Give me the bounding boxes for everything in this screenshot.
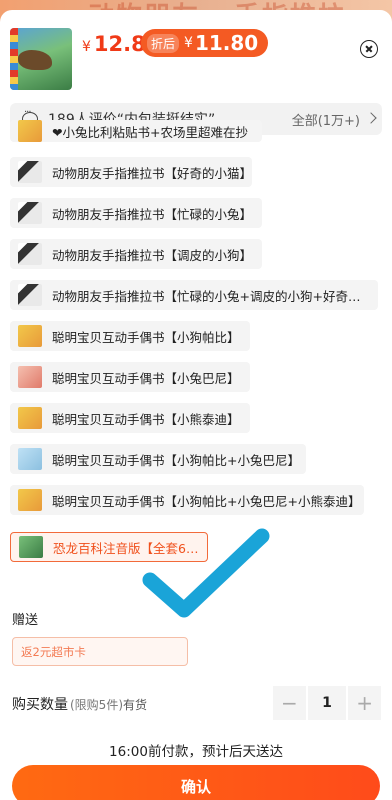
stock-status: 有货: [123, 698, 148, 712]
chevron-right-icon: [365, 112, 377, 124]
discount-currency: ¥: [184, 35, 193, 51]
variant-label: 动物朋友手指推拉书【忙碌的小兔】: [52, 206, 253, 222]
price-value: 12.8: [93, 32, 146, 56]
discount-price-value: 11.80: [194, 31, 259, 55]
quantity-decrease-button[interactable]: −: [273, 686, 306, 720]
quantity-title: 购买数量: [12, 697, 68, 713]
product-thumbnail[interactable]: [10, 28, 72, 90]
variant-thumbnail: [18, 202, 42, 224]
sku-selection-sheet: ¥ 12.8 折后 ¥ 11.80 189人评价“内包装挺结实” 全部(1万+)…: [0, 10, 392, 800]
quantity-value[interactable]: 1: [307, 686, 347, 720]
variant-thumbnail: [18, 448, 42, 470]
currency-symbol: ¥: [82, 39, 91, 55]
variant-thumbnail: [18, 325, 42, 347]
variant-option[interactable]: ❤小兔比利粘贴书+农场里超难在抄: [10, 120, 262, 142]
variant-option[interactable]: 聪明宝贝互动手偶书【小熊泰迪】: [10, 403, 250, 433]
variant-thumbnail: [18, 243, 42, 265]
discount-label: 折后: [147, 33, 180, 53]
variant-label: 聪明宝贝互动手偶书【小狗帕比+小兔巴尼】: [52, 452, 300, 468]
quantity-increase-button[interactable]: +: [348, 686, 381, 720]
variant-label: ❤小兔比利粘贴书+农场里超难在抄: [52, 124, 248, 140]
variant-label: 聪明宝贝互动手偶书【小熊泰迪】: [52, 411, 240, 427]
variant-label: 聪明宝贝互动手偶书【小狗帕比+小兔巴尼+小熊泰迪】: [52, 493, 361, 509]
variant-thumbnail: [18, 407, 42, 429]
quantity-label: 购买数量 (限购5件)有货: [12, 694, 147, 714]
variant-option[interactable]: 聪明宝贝互动手偶书【小狗帕比+小兔巴尼】: [10, 444, 306, 474]
variant-option[interactable]: 聪明宝贝互动手偶书【小兔巴尼】: [10, 362, 250, 392]
discount-price-badge: 折后 ¥ 11.80: [141, 29, 269, 57]
variant-label: 聪明宝贝互动手偶书【小兔巴尼】: [52, 370, 240, 386]
variant-label: 动物朋友手指推拉书【好奇的小猫】: [52, 165, 252, 181]
variant-thumbnail: [18, 489, 42, 511]
checkmark-overlay-icon: [142, 528, 270, 618]
variant-option[interactable]: 聪明宝贝互动手偶书【小狗帕比+小兔巴尼+小熊泰迪】: [10, 485, 364, 515]
gift-item-chip: 返2元超市卡: [12, 637, 188, 666]
delivery-estimate: 16:00前付款，预计后天送达: [109, 744, 283, 760]
variant-thumbnail: [18, 366, 42, 388]
product-price: ¥ 12.8: [82, 32, 146, 56]
close-icon[interactable]: [360, 40, 378, 58]
variant-option[interactable]: 动物朋友手指推拉书【忙碌的小兔】: [10, 198, 262, 228]
variant-label: 动物朋友手指推拉书【忙碌的小兔+调皮的小狗+好奇…: [52, 288, 361, 304]
variant-thumbnail: [19, 536, 43, 558]
variant-thumbnail: [18, 120, 42, 142]
quantity-stepper: − 1 +: [273, 686, 381, 720]
all-reviews-link[interactable]: 全部(1万+): [292, 110, 360, 129]
variant-option[interactable]: 动物朋友手指推拉书【好奇的小猫】: [10, 157, 252, 187]
variant-label: 聪明宝贝互动手偶书【小狗帕比】: [52, 329, 240, 345]
variant-option[interactable]: 聪明宝贝互动手偶书【小狗帕比】: [10, 321, 250, 351]
purchase-limit-text: (限购5件): [70, 698, 123, 712]
gift-section-label: 赠送: [12, 613, 39, 628]
variant-option[interactable]: 动物朋友手指推拉书【调皮的小狗】: [10, 239, 262, 269]
confirm-button[interactable]: 确认: [12, 765, 380, 800]
variant-option[interactable]: 动物朋友手指推拉书【忙碌的小兔+调皮的小狗+好奇…: [10, 280, 378, 310]
variant-label: 动物朋友手指推拉书【调皮的小狗】: [52, 247, 253, 263]
variant-thumbnail: [18, 284, 42, 306]
variant-thumbnail: [18, 161, 42, 183]
